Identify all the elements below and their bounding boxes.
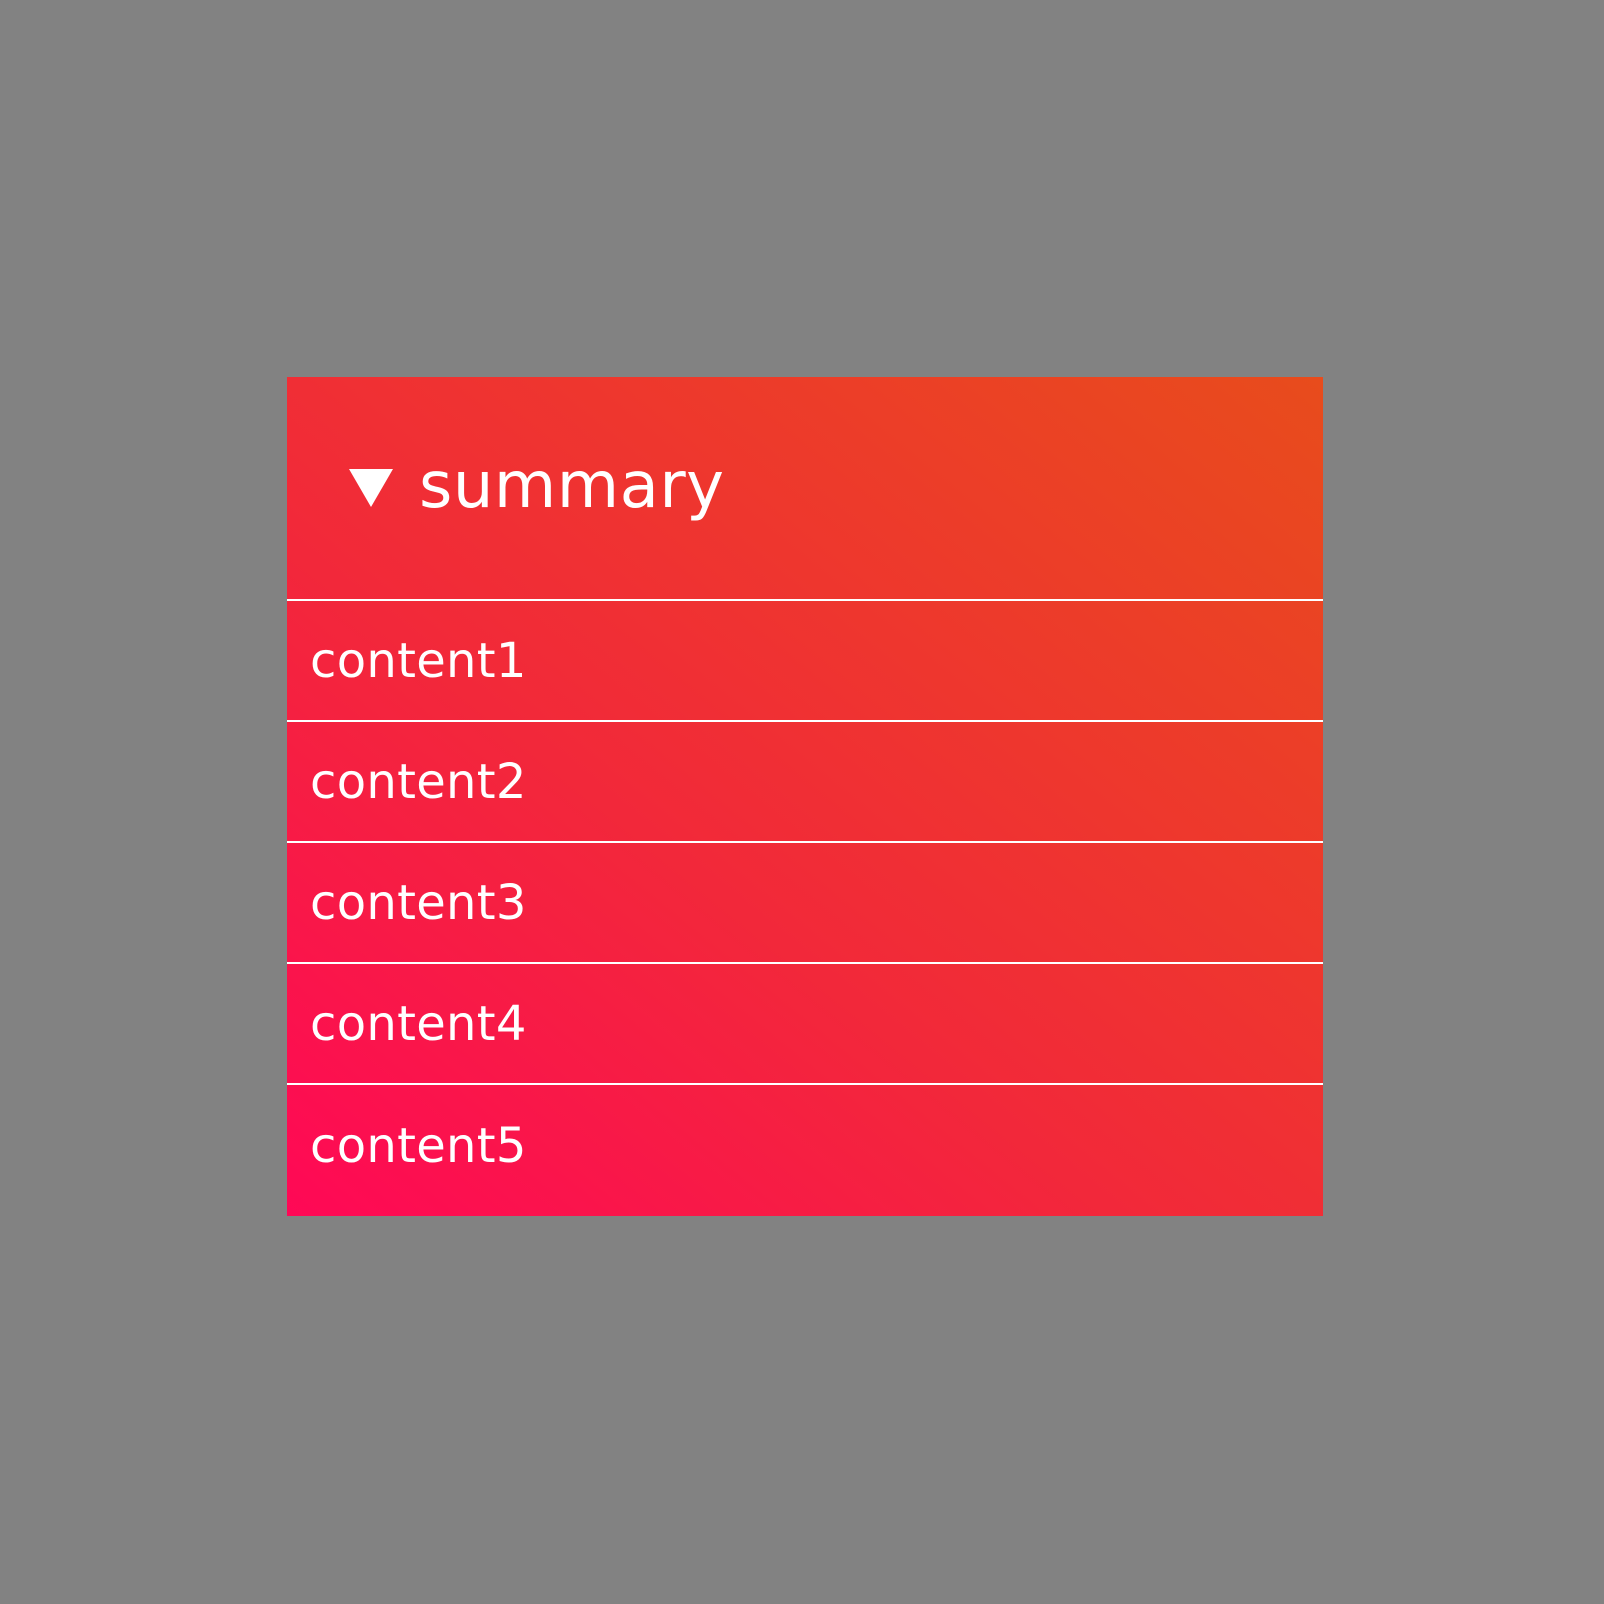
list-item: content4 [287,964,1323,1085]
list-item-label: content2 [310,753,527,810]
summary-label: summary [419,449,725,523]
list-item: content1 [287,601,1323,722]
list-item-label: content4 [310,995,527,1052]
triangle-down-icon [349,469,393,507]
details-panel: summary content1 content2 content3 conte… [287,377,1323,1216]
details-summary-toggle[interactable]: summary [287,377,1323,601]
list-item-label: content3 [310,874,527,931]
list-item-label: content1 [310,632,527,689]
list-item: content5 [287,1085,1323,1207]
list-item: content2 [287,722,1323,843]
list-item-label: content5 [310,1118,527,1174]
list-item: content3 [287,843,1323,964]
